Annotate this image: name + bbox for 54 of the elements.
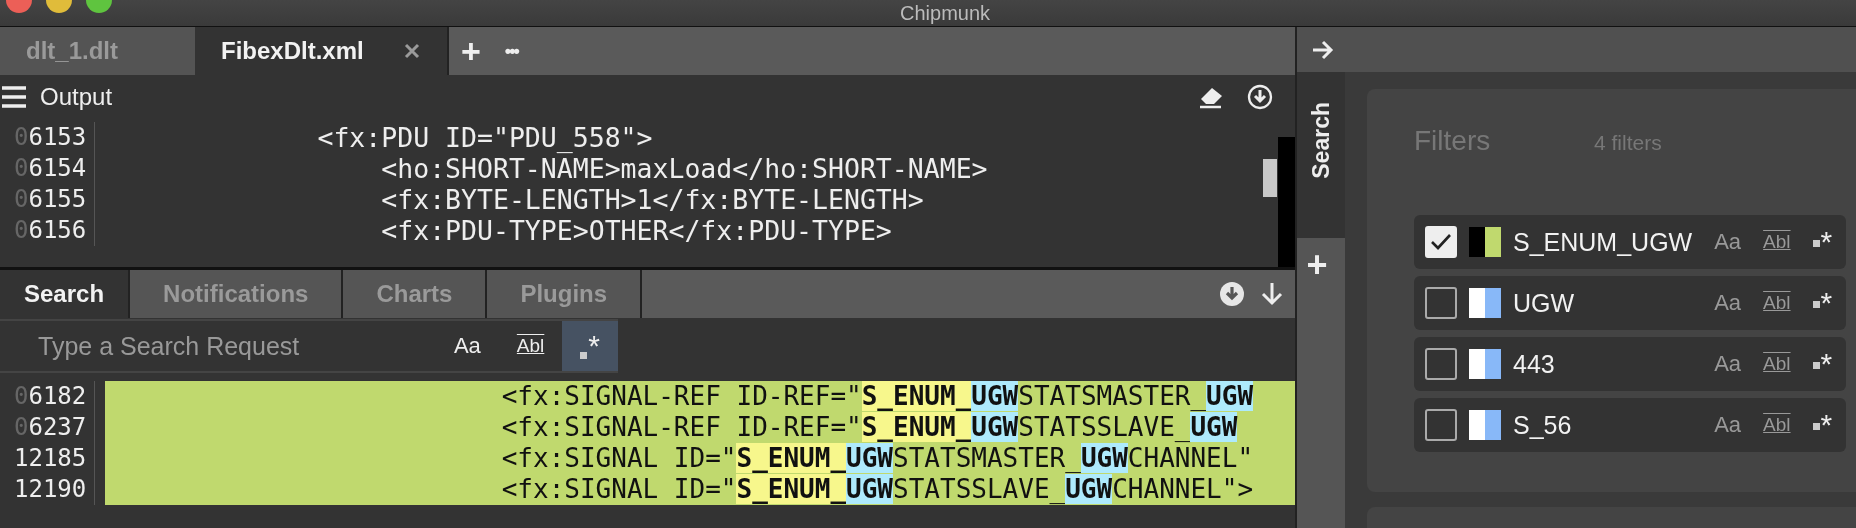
color-swatch[interactable]	[1469, 410, 1501, 440]
code-line: <fx:BYTE-LENGTH>1</fx:BYTE-LENGTH>	[380, 184, 924, 215]
menu-icon[interactable]	[2, 86, 28, 108]
word-toggle[interactable]: Abl	[1763, 414, 1791, 436]
word-toggle[interactable]: Abl	[498, 321, 563, 371]
arrow-right-icon[interactable]	[1311, 38, 1335, 61]
checkbox[interactable]	[1425, 287, 1457, 319]
filter-name: S_ENUM_UGW	[1513, 227, 1693, 257]
case-toggle[interactable]: Aa	[1714, 412, 1742, 438]
eraser-icon[interactable]	[1197, 85, 1225, 109]
file-tab[interactable]: FibexDlt.xml	[195, 27, 449, 75]
panel-title: Output	[40, 83, 113, 111]
search-field[interactable]: Type a Search Request Aa Abl *	[0, 319, 618, 373]
case-toggle[interactable]: Aa	[435, 321, 499, 371]
word-toggle[interactable]: Abl	[1763, 292, 1791, 314]
case-toggle[interactable]: Aa	[1714, 351, 1742, 377]
check-icon	[1429, 232, 1453, 252]
add-button[interactable]: +	[1306, 238, 1336, 286]
download-icon[interactable]	[1247, 84, 1273, 110]
case-toggle[interactable]: Aa	[1714, 229, 1742, 255]
word-toggle[interactable]: Abl	[1763, 353, 1791, 375]
filter-row[interactable]: S_ENUM_UGW Aa Abl *	[1414, 215, 1847, 269]
filter-row[interactable]: S_56 Aa Abl *	[1414, 398, 1847, 452]
add-tab-button[interactable]: +	[449, 27, 493, 75]
arrow-down-icon[interactable]	[1259, 281, 1285, 307]
filter-row[interactable]: 443 Aa Abl *	[1414, 337, 1847, 391]
line-number: 12185	[0, 443, 95, 474]
scroll-down-icon[interactable]	[1219, 281, 1245, 307]
word-toggle[interactable]: Abl	[1763, 231, 1791, 253]
case-toggle[interactable]: Aa	[1714, 290, 1742, 316]
code-line: <ho:SHORT-NAME>maxLoad</ho:SHORT-NAME>	[380, 153, 988, 184]
code-line: <fx:PDU-TYPE>OTHER</fx:PDU-TYPE>	[380, 215, 892, 246]
regex-toggle[interactable]: *	[1812, 286, 1833, 320]
color-swatch[interactable]	[1469, 349, 1501, 379]
checkbox[interactable]	[1425, 348, 1457, 380]
filter-row[interactable]: UGW Aa Abl *	[1414, 276, 1847, 330]
checkbox[interactable]	[1425, 409, 1457, 441]
scrollbar-thumb[interactable]	[1263, 159, 1277, 197]
close-icon[interactable]	[403, 42, 421, 60]
filter-name: S_56	[1513, 410, 1572, 440]
line-number: 12190	[0, 474, 95, 505]
color-swatch[interactable]	[1469, 227, 1501, 257]
filter-name: UGW	[1513, 288, 1575, 318]
filter-name: 443	[1513, 349, 1555, 379]
regex-toggle[interactable]: *	[1812, 225, 1833, 259]
regex-toggle[interactable]: *	[562, 321, 618, 371]
window-title: Chipmunk	[900, 1, 991, 25]
panel-tab[interactable]: Search	[0, 270, 131, 318]
code-line: <fx:PDU ID="PDU_558">	[316, 122, 653, 153]
sidebar-tab[interactable]: Search	[1297, 72, 1345, 238]
regex-toggle[interactable]: *	[1812, 347, 1833, 381]
color-swatch[interactable]	[1469, 288, 1501, 318]
more-button[interactable]: •••	[492, 27, 530, 75]
regex-toggle[interactable]: *	[1812, 408, 1833, 442]
